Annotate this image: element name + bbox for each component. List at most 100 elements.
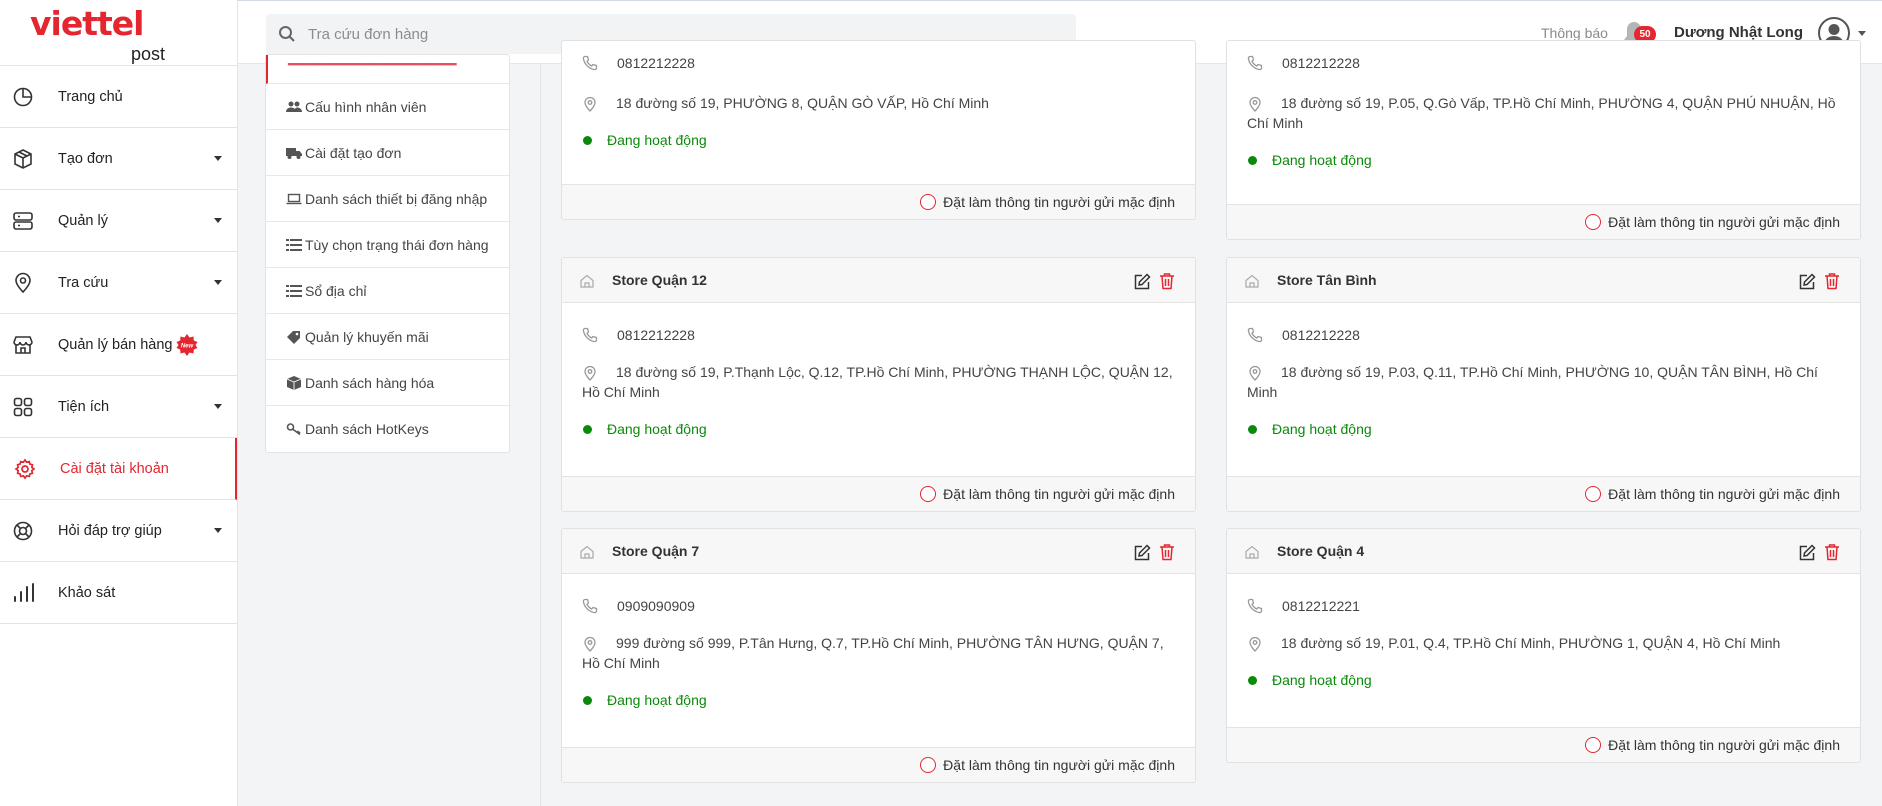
viettel-post-logo[interactable]: viettel post [0, 0, 237, 66]
sidebar-item-label: Quản lý [58, 212, 108, 229]
chevron-down-icon [214, 404, 222, 409]
default-sender-label[interactable]: Đặt làm thông tin người gửi mặc định [943, 194, 1175, 210]
sidebar-item-survey[interactable]: Khảo sát [0, 562, 237, 624]
edit-icon[interactable] [1133, 273, 1151, 291]
home-icon [1245, 545, 1259, 559]
default-sender-label[interactable]: Đặt làm thông tin người gửi mặc định [943, 486, 1175, 502]
home-icon [580, 545, 594, 559]
store-name: Store Tân Bình [1277, 272, 1377, 288]
default-sender-label[interactable]: Đặt làm thông tin người gửi mặc định [1608, 486, 1840, 502]
trash-icon[interactable] [1159, 272, 1175, 290]
phone-row: 0812212221 [1247, 596, 1840, 616]
store-name: Store Quận 7 [612, 543, 700, 559]
card-body: 0812212228 18 đường số 19, P.05, Q.Gò Vấ… [1227, 41, 1860, 170]
list-icon [286, 238, 302, 251]
status-row: Đang hoạt động [1247, 419, 1840, 439]
status-text: Đang hoạt động [1272, 421, 1372, 437]
submenu-item-partial[interactable]: ━━━━━━━━━━━━━━━━━━━━ [266, 55, 509, 84]
clock-pie-icon [13, 87, 33, 106]
address-row: 18 đường số 19, P.03, Q.11, TP.Hồ Chí Mi… [1247, 362, 1840, 402]
address-text: 999 đường số 999, P.Tân Hưng, Q.7, TP.Hồ… [582, 635, 1164, 671]
sidebar-item-label: Quản lý bán hàng [58, 336, 173, 353]
sidebar-item-manage[interactable]: Quản lý [0, 190, 237, 252]
location-pin-icon [1249, 96, 1261, 112]
card-footer: Đặt làm thông tin người gửi mặc định [1227, 204, 1860, 239]
sidebar-item-label: Tạo đơn [58, 150, 113, 167]
submenu-item-goods-list[interactable]: Danh sách hàng hóa [266, 360, 509, 406]
status-text: Đang hoạt động [1272, 152, 1372, 168]
sidebar-item-utilities[interactable]: Tiện ích [0, 376, 237, 438]
map-pin-icon [15, 272, 31, 293]
sidebar-item-help[interactable]: Hỏi đáp trợ giúp [0, 500, 237, 562]
sidebar: viettel post Trang chủ Tạo đơn Quản lý T… [0, 0, 238, 806]
sidebar-item-home[interactable]: Trang chủ [0, 66, 237, 128]
location-pin-icon [1249, 365, 1261, 381]
submenu-item-label: Tùy chọn trạng thái đơn hàng [305, 236, 489, 253]
sidebar-item-label: Tra cứu [58, 274, 109, 291]
default-sender-label[interactable]: Đặt làm thông tin người gửi mặc định [943, 757, 1175, 773]
card-header: Store Quận 4 [1227, 529, 1860, 574]
submenu-item-label: Danh sách hàng hóa [305, 374, 435, 391]
card-footer: Đặt làm thông tin người gửi mặc định [562, 747, 1195, 782]
sidebar-item-create-order[interactable]: Tạo đơn [0, 128, 237, 190]
notification-label[interactable]: Thông báo [1541, 25, 1608, 41]
sidebar-item-label: Tiện ích [58, 398, 110, 415]
laptop-icon [286, 193, 302, 204]
svg-text:New: New [181, 343, 194, 349]
status-dot [583, 425, 592, 434]
phone-icon [582, 327, 598, 343]
lifebuoy-icon [13, 521, 33, 540]
default-sender-radio[interactable] [920, 486, 936, 502]
default-sender-radio[interactable] [920, 757, 936, 773]
card-body: 0812212228 18 đường số 19, P.Thạnh Lộc, … [562, 303, 1195, 439]
location-pin-icon [584, 636, 596, 652]
default-sender-radio[interactable] [1585, 737, 1601, 753]
phone-text: 0812212228 [617, 55, 695, 71]
edit-icon[interactable] [1798, 273, 1816, 291]
card-header: Store Quận 12 [562, 258, 1195, 303]
default-sender-label[interactable]: Đặt làm thông tin người gửi mặc định [1608, 214, 1840, 230]
status-text: Đang hoạt động [1272, 672, 1372, 688]
address-text: 18 đường số 19, P.05, Q.Gò Vấp, TP.Hồ Ch… [1247, 95, 1836, 131]
status-row: Đang hoạt động [582, 130, 1175, 150]
gear-icon [14, 458, 36, 479]
phone-row: 0812212228 [582, 325, 1175, 345]
submenu-item-hotkeys[interactable]: Danh sách HotKeys [266, 406, 509, 452]
location-pin-icon [584, 365, 596, 381]
edit-icon[interactable] [1798, 544, 1816, 562]
sidebar-item-account-settings[interactable]: Cài đặt tài khoản [0, 438, 237, 500]
list-icon [286, 284, 302, 297]
address-row: 18 đường số 19, P.01, Q.4, TP.Hồ Chí Min… [1247, 633, 1840, 653]
default-sender-radio[interactable] [1585, 214, 1601, 230]
default-sender-radio[interactable] [920, 194, 936, 210]
phone-text: 0909090909 [617, 598, 695, 614]
trash-icon[interactable] [1159, 543, 1175, 561]
trash-icon[interactable] [1824, 543, 1840, 561]
status-row: Đang hoạt động [582, 419, 1175, 439]
list-icon: ━━━━━━━━━━━━━━━━━━━━ [288, 56, 457, 72]
submenu-item-order-status-options[interactable]: Tùy chọn trạng thái đơn hàng [266, 222, 509, 268]
sidebar-item-sales-management[interactable]: Quản lý bán hàng New [0, 314, 237, 376]
sidebar-item-lookup[interactable]: Tra cứu [0, 252, 237, 314]
phone-row: 0812212228 [582, 53, 1175, 73]
submenu-item-promotions[interactable]: Quản lý khuyến mãi [266, 314, 509, 360]
submenu-item-label: Danh sách thiết bị đăng nhập [305, 190, 488, 207]
chevron-down-icon [214, 218, 222, 223]
default-sender-label[interactable]: Đặt làm thông tin người gửi mặc định [1608, 737, 1840, 753]
chevron-down-icon[interactable] [1858, 31, 1866, 36]
submenu-item-label: Cấu hình nhân viên [305, 98, 427, 115]
status-dot [1248, 425, 1257, 434]
box-icon [14, 148, 32, 169]
trash-icon[interactable] [1824, 272, 1840, 290]
submenu-item-staff-config[interactable]: Cấu hình nhân viên [266, 84, 509, 130]
card-footer: Đặt làm thông tin người gửi mặc định [562, 476, 1195, 511]
store-name: Store Quận 4 [1277, 543, 1365, 559]
status-row: Đang hoạt động [1247, 670, 1840, 690]
submenu-item-login-devices[interactable]: Danh sách thiết bị đăng nhập [266, 176, 509, 222]
default-sender-radio[interactable] [1585, 486, 1601, 502]
user-name[interactable]: Dương Nhật Long [1674, 24, 1803, 41]
key-icon [286, 423, 301, 436]
submenu-item-address-book[interactable]: Sổ địa chỉ [266, 268, 509, 314]
edit-icon[interactable] [1133, 544, 1151, 562]
submenu-item-order-settings[interactable]: Cài đặt tạo đơn [266, 130, 509, 176]
